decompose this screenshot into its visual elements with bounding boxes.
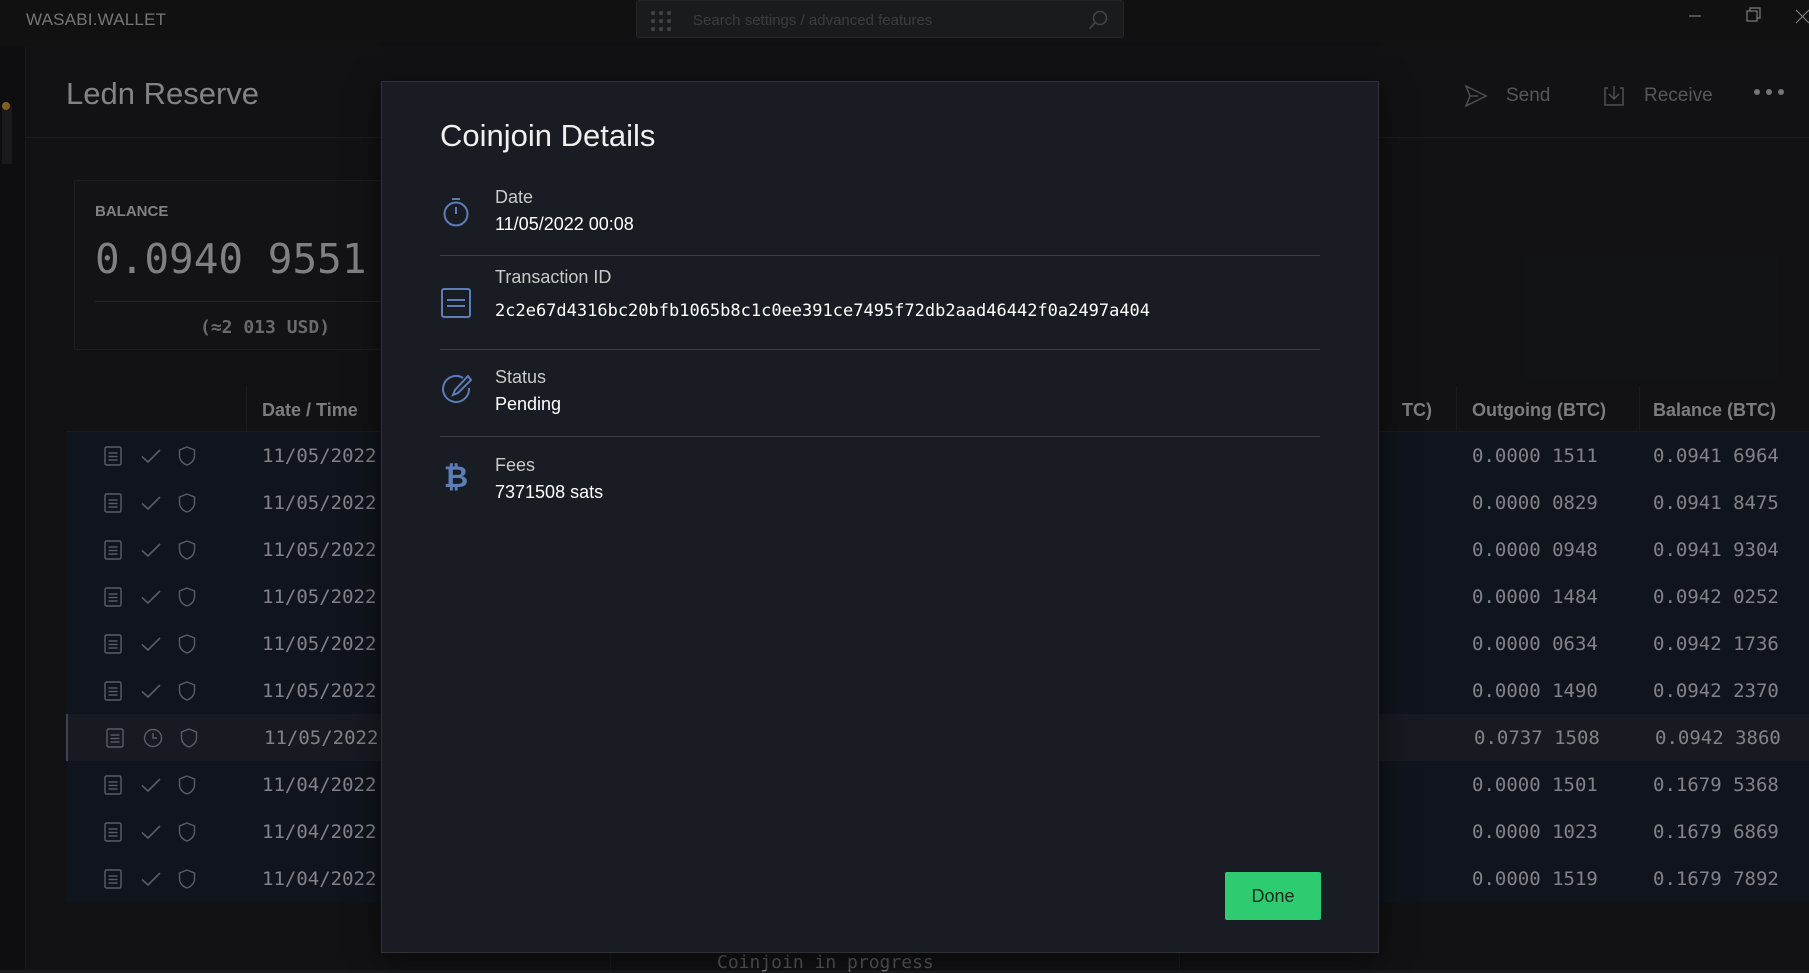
dialog-title: Coinjoin Details: [440, 118, 656, 153]
detail-date: Date 11/05/2022 00:08: [440, 184, 1320, 256]
fees-value: 7371508 sats: [495, 482, 604, 502]
svg-text:₿: ₿: [444, 460, 468, 492]
bitcoin-icon: ₿: [444, 460, 468, 492]
status-label: Status: [495, 367, 547, 387]
coinjoin-details-dialog: Coinjoin Details Date 11/05/2022 00:08 T…: [381, 81, 1379, 953]
fees-label: Fees: [495, 455, 536, 475]
edit-status-icon: [442, 374, 472, 403]
date-value: 11/05/2022 00:08: [495, 214, 634, 234]
done-button[interactable]: Done: [1225, 872, 1321, 920]
detail-status: Status Pending: [440, 351, 1320, 437]
txid-value[interactable]: 2c2e67d4316bc20bfb1065b8c1c0ee391ce7495f…: [495, 301, 1150, 321]
document-icon: [441, 288, 471, 318]
status-value: Pending: [495, 394, 562, 414]
stopwatch-icon: [443, 198, 469, 227]
date-label: Date: [495, 187, 534, 207]
detail-transaction-id: Transaction ID 2c2e67d4316bc20bfb1065b8c…: [440, 257, 1320, 350]
txid-label: Transaction ID: [495, 267, 612, 287]
detail-fees: ₿ Fees 7371508 sats: [440, 438, 1320, 518]
